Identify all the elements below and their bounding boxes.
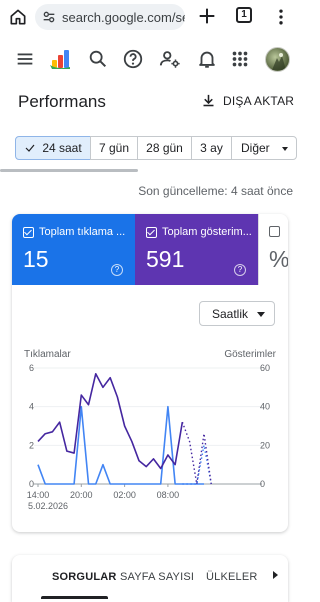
y-tick-label-right: 60 <box>260 363 270 373</box>
notifications-icon[interactable] <box>196 48 218 70</box>
chevron-down-icon <box>282 147 288 151</box>
date-range-filter: 24 saat 7 gün 28 gün 3 ay Diğer <box>15 136 297 160</box>
y-tick-label-right: 40 <box>260 402 270 412</box>
metric-label: Toplam gösterim... <box>162 226 252 238</box>
metric-header: Toplam tıklama ... <box>23 226 129 238</box>
address-bar[interactable]: search.google.com/se <box>35 4 185 30</box>
metric-average-ctr[interactable]: % <box>258 214 288 285</box>
metric-value: 591 <box>146 246 185 272</box>
metric-total-impressions[interactable]: Toplam gösterim... 591 ? <box>135 214 258 285</box>
chevron-right-icon[interactable] <box>273 571 278 579</box>
series-line-projected <box>181 421 212 485</box>
x-tick-label: 02:00 <box>113 490 136 500</box>
help-icon[interactable]: ? <box>111 264 123 276</box>
account-avatar[interactable] <box>265 47 290 72</box>
chip-24-hours[interactable]: 24 saat <box>15 136 91 160</box>
metric-checkbox[interactable] <box>23 226 34 238</box>
chip-label: Diğer <box>241 141 270 155</box>
dimension-tabs: SORGULAR SAYFA SAYISI ÜLKELER <box>12 555 288 602</box>
metric-header <box>269 226 288 237</box>
metric-value: 15 <box>23 246 49 272</box>
apps-grid-icon[interactable] <box>229 48 251 70</box>
y-tick-label-left: 6 <box>29 363 34 373</box>
last-updated-text: Son güncelleme: 4 saat önce <box>138 184 293 198</box>
search-console-logo-icon <box>50 50 70 69</box>
y-tick-label-right: 0 <box>260 479 265 489</box>
tab-switcher-button[interactable]: 1 <box>236 7 252 23</box>
tab-queries[interactable]: SORGULAR <box>52 571 117 583</box>
url-text: search.google.com/se <box>62 9 185 25</box>
series-line <box>37 373 184 470</box>
new-tab-icon[interactable] <box>196 5 218 27</box>
check-icon <box>25 144 35 152</box>
y-tick-label-left: 4 <box>29 402 34 412</box>
search-icon[interactable] <box>87 48 109 70</box>
metric-total-clicks[interactable]: Toplam tıklama ... 15 ? <box>12 214 135 285</box>
app-header <box>0 40 300 80</box>
chip-label: 24 saat <box>42 141 82 155</box>
metric-header: Toplam gösterim... <box>146 226 252 238</box>
chip-28-days[interactable]: 28 gün <box>137 136 192 160</box>
x-tick-label: 14:00 <box>27 490 50 500</box>
metric-label: Toplam tıklama ... <box>39 226 126 238</box>
y-tick-label-left: 0 <box>29 479 34 489</box>
chevron-down-icon <box>257 312 265 317</box>
download-icon <box>203 94 214 107</box>
y-tick-label-left: 2 <box>29 440 34 450</box>
performance-chart: 6420604020014:00 20:00 02:00 08:005.02.2026 <box>27 363 270 511</box>
export-label: DIŞA AKTAR <box>223 93 295 108</box>
chip-3-months[interactable]: 3 ay <box>191 136 232 160</box>
manage-users-icon[interactable] <box>159 48 181 70</box>
granularity-value: Saatlik <box>212 306 249 321</box>
chip-7-days[interactable]: 7 gün <box>90 136 138 160</box>
browser-toolbar: search.google.com/se 1 <box>0 0 300 36</box>
tab-countries[interactable]: ÜLKELER <box>206 571 258 583</box>
tab-pages[interactable]: SAYFA SAYISI <box>120 571 194 583</box>
granularity-select[interactable]: Saatlik <box>199 301 275 326</box>
chip-label: 3 ay <box>200 141 223 155</box>
x-tick-label: 08:00 <box>157 490 180 500</box>
date-label: 5.02.2026 <box>28 501 68 511</box>
export-button[interactable]: DIŞA AKTAR <box>201 93 294 108</box>
metric-checkbox[interactable] <box>146 226 157 238</box>
help-icon[interactable] <box>122 48 144 70</box>
y-tick-label-right: 20 <box>260 440 270 450</box>
metric-checkbox[interactable] <box>269 226 280 237</box>
chip-label: 28 gün <box>146 141 183 155</box>
chip-scrollbar[interactable] <box>0 169 138 172</box>
chip-other-dropdown[interactable]: Diğer <box>231 136 297 160</box>
home-icon[interactable] <box>8 7 28 27</box>
chip-label: 7 gün <box>98 141 130 155</box>
x-tick-label: 20:00 <box>70 490 93 500</box>
page-title: Performans <box>18 92 106 111</box>
performance-card: Toplam tıklama ... 15 ? Toplam gösterim.… <box>12 214 288 532</box>
help-icon[interactable]: ? <box>234 264 246 276</box>
menu-icon[interactable] <box>14 48 36 70</box>
metric-value: % <box>269 246 288 272</box>
active-tab-indicator <box>41 596 108 599</box>
more-vert-icon[interactable] <box>271 6 291 28</box>
site-settings-icon[interactable] <box>41 9 57 25</box>
